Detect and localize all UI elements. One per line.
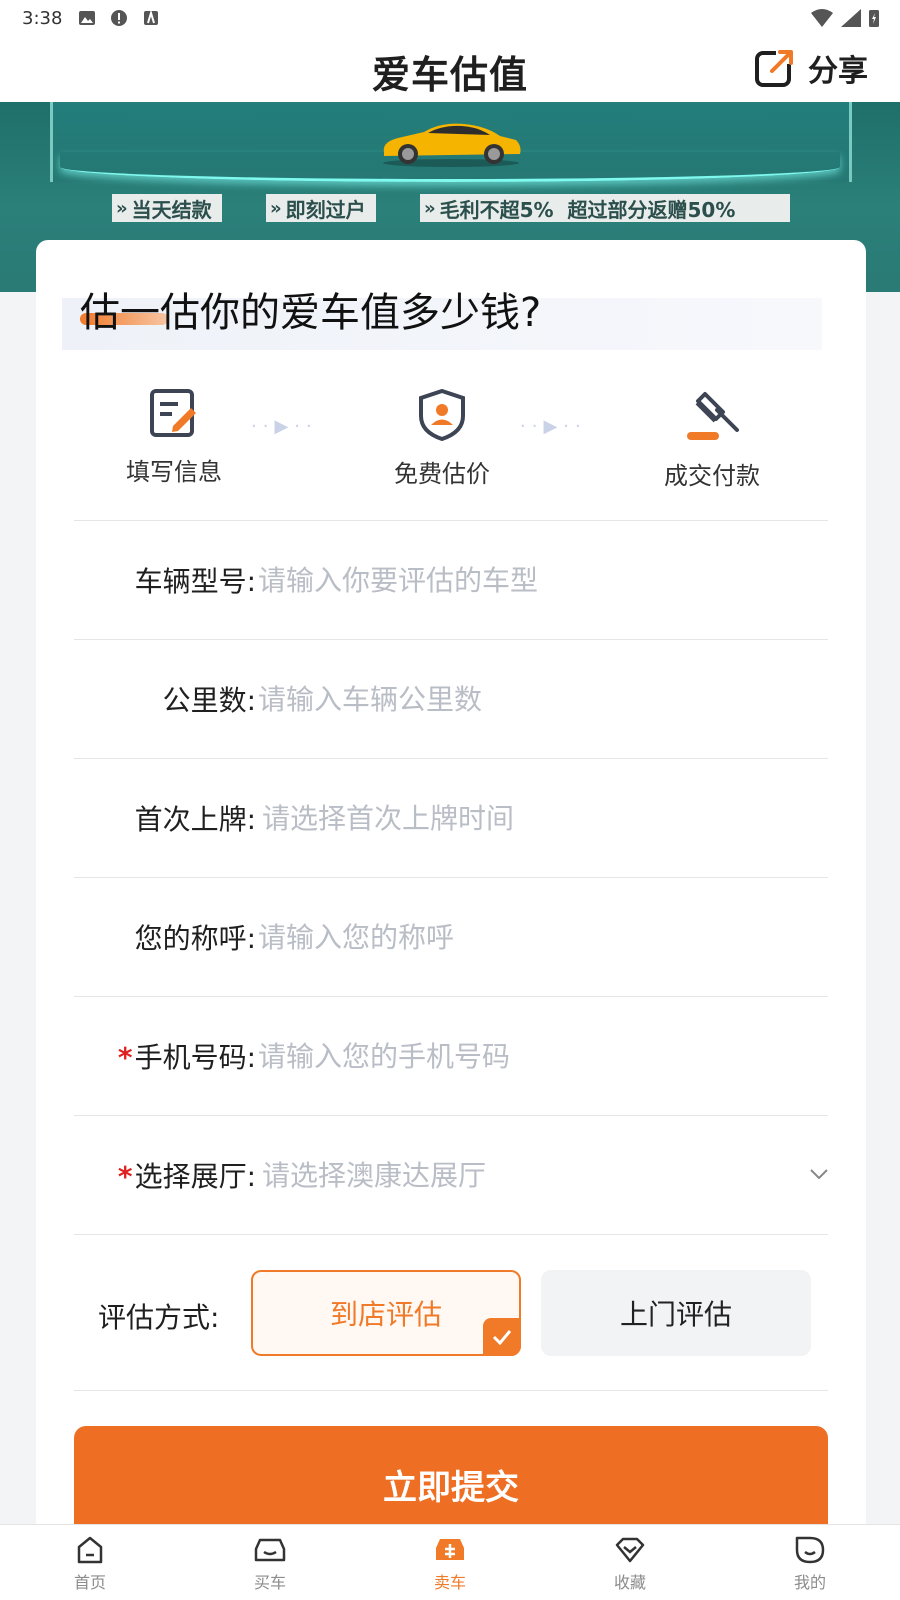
chevron-right-icon: » xyxy=(270,197,282,219)
submit-button[interactable]: 立即提交 xyxy=(74,1426,828,1526)
field-phone: *手机号码: xyxy=(36,998,866,1118)
share-label: 分享 xyxy=(808,54,868,89)
bottom-navigation: 首页 买车 卖车 收藏 我的 xyxy=(0,1524,900,1600)
vehicle-model-input[interactable] xyxy=(258,552,818,608)
step-label: 免费估价 xyxy=(394,460,490,488)
step-free-valuation: 免费估价 xyxy=(362,388,522,489)
first-registration-picker[interactable] xyxy=(262,790,822,846)
app-header: 爱车估值 分享 xyxy=(0,36,900,102)
nav-sell-car[interactable]: 卖车 xyxy=(360,1525,540,1600)
divider xyxy=(74,1390,828,1391)
step-arrow: ··▶·· xyxy=(520,416,587,437)
nav-profile[interactable]: 我的 xyxy=(720,1525,900,1600)
sports-car-image xyxy=(383,123,521,167)
share-icon xyxy=(755,48,796,87)
banner-tag: » 毛利不超5% 超过部分返赠50% xyxy=(420,194,790,222)
name-input[interactable] xyxy=(258,909,818,965)
banner-tag: » 即刻过户 xyxy=(266,194,376,222)
step-deal-payment: 成交付款 xyxy=(632,388,792,491)
field-mileage: 公里数: xyxy=(36,641,866,761)
divider xyxy=(74,877,828,878)
home-valuation-option[interactable]: 上门评估 xyxy=(541,1270,811,1356)
nav-label: 收藏 xyxy=(613,1573,646,1592)
in-store-valuation-option[interactable]: 到店评估 xyxy=(251,1270,521,1356)
image-notification-icon xyxy=(79,11,96,25)
field-label: 您的称呼: xyxy=(134,922,256,955)
option-label: 上门评估 xyxy=(619,1298,732,1331)
status-time: 3:38 xyxy=(22,7,63,29)
nav-buy-car[interactable]: 买车 xyxy=(180,1525,360,1600)
gavel-icon xyxy=(687,392,739,440)
chevron-right-icon: » xyxy=(116,197,128,219)
field-label: 首次上牌: xyxy=(134,803,256,836)
field-first-registration: 首次上牌: xyxy=(36,760,866,880)
card-title: 估一估你的爱车值多少钱? xyxy=(80,290,542,336)
step-fill-info: 填写信息 xyxy=(94,388,254,487)
nav-label: 我的 xyxy=(793,1573,826,1592)
text-notification-icon xyxy=(144,9,159,25)
divider xyxy=(74,1234,828,1235)
status-bar: 3:38 xyxy=(0,0,900,36)
phone-input[interactable] xyxy=(258,1028,818,1084)
valuation-card: 估一估你的爱车值多少钱? 填写信息 ··▶·· 免费估价 ··▶·· 成交付款 … xyxy=(36,240,866,1560)
divider xyxy=(74,1115,828,1116)
field-showroom: *选择展厅: xyxy=(36,1117,866,1237)
checkmark-icon xyxy=(483,1318,521,1356)
process-steps: 填写信息 ··▶·· 免费估价 ··▶·· 成交付款 xyxy=(36,388,866,498)
field-name: 您的称呼: xyxy=(36,879,866,999)
profile-icon xyxy=(795,1536,825,1564)
home-icon xyxy=(77,1536,103,1564)
nav-label: 卖车 xyxy=(433,1573,466,1592)
wifi-icon xyxy=(811,9,833,27)
step-label: 成交付款 xyxy=(664,462,760,490)
field-label: *手机号码: xyxy=(117,1041,256,1074)
nav-label: 买车 xyxy=(253,1573,286,1592)
buy-car-icon xyxy=(254,1538,286,1562)
field-vehicle-model: 车辆型号: xyxy=(36,522,866,642)
form-edit-icon xyxy=(150,389,196,437)
alert-notification-icon xyxy=(111,10,128,26)
divider xyxy=(74,639,828,640)
divider xyxy=(74,996,828,997)
showroom-select[interactable] xyxy=(262,1147,822,1203)
chevron-right-icon: » xyxy=(424,197,436,219)
favorite-icon xyxy=(615,1537,645,1563)
required-mark: * xyxy=(117,1041,133,1074)
shield-user-icon xyxy=(419,388,465,442)
step-arrow: ··▶·· xyxy=(251,416,318,437)
banner-tag: » 当天结款 xyxy=(112,194,222,222)
chevron-down-icon[interactable] xyxy=(810,1169,828,1179)
field-label: 车辆型号: xyxy=(134,565,256,598)
field-label: 公里数: xyxy=(162,684,256,717)
share-button[interactable]: 分享 xyxy=(754,46,868,90)
divider xyxy=(74,520,828,521)
required-mark: * xyxy=(117,1160,133,1193)
field-label: *选择展厅: xyxy=(117,1160,256,1193)
mileage-input[interactable] xyxy=(258,671,818,727)
nav-label: 首页 xyxy=(73,1573,106,1592)
sell-car-icon xyxy=(436,1539,464,1560)
signal-icon xyxy=(841,9,861,27)
step-label: 填写信息 xyxy=(126,458,222,486)
option-label: 到店评估 xyxy=(329,1298,442,1331)
nav-favorites[interactable]: 收藏 xyxy=(540,1525,720,1600)
divider xyxy=(74,758,828,759)
battery-icon xyxy=(869,10,879,27)
field-label: 评估方式: xyxy=(98,1301,220,1334)
nav-home[interactable]: 首页 xyxy=(0,1525,180,1600)
valuation-method: 评估方式: 到店评估 上门评估 xyxy=(36,1270,866,1390)
